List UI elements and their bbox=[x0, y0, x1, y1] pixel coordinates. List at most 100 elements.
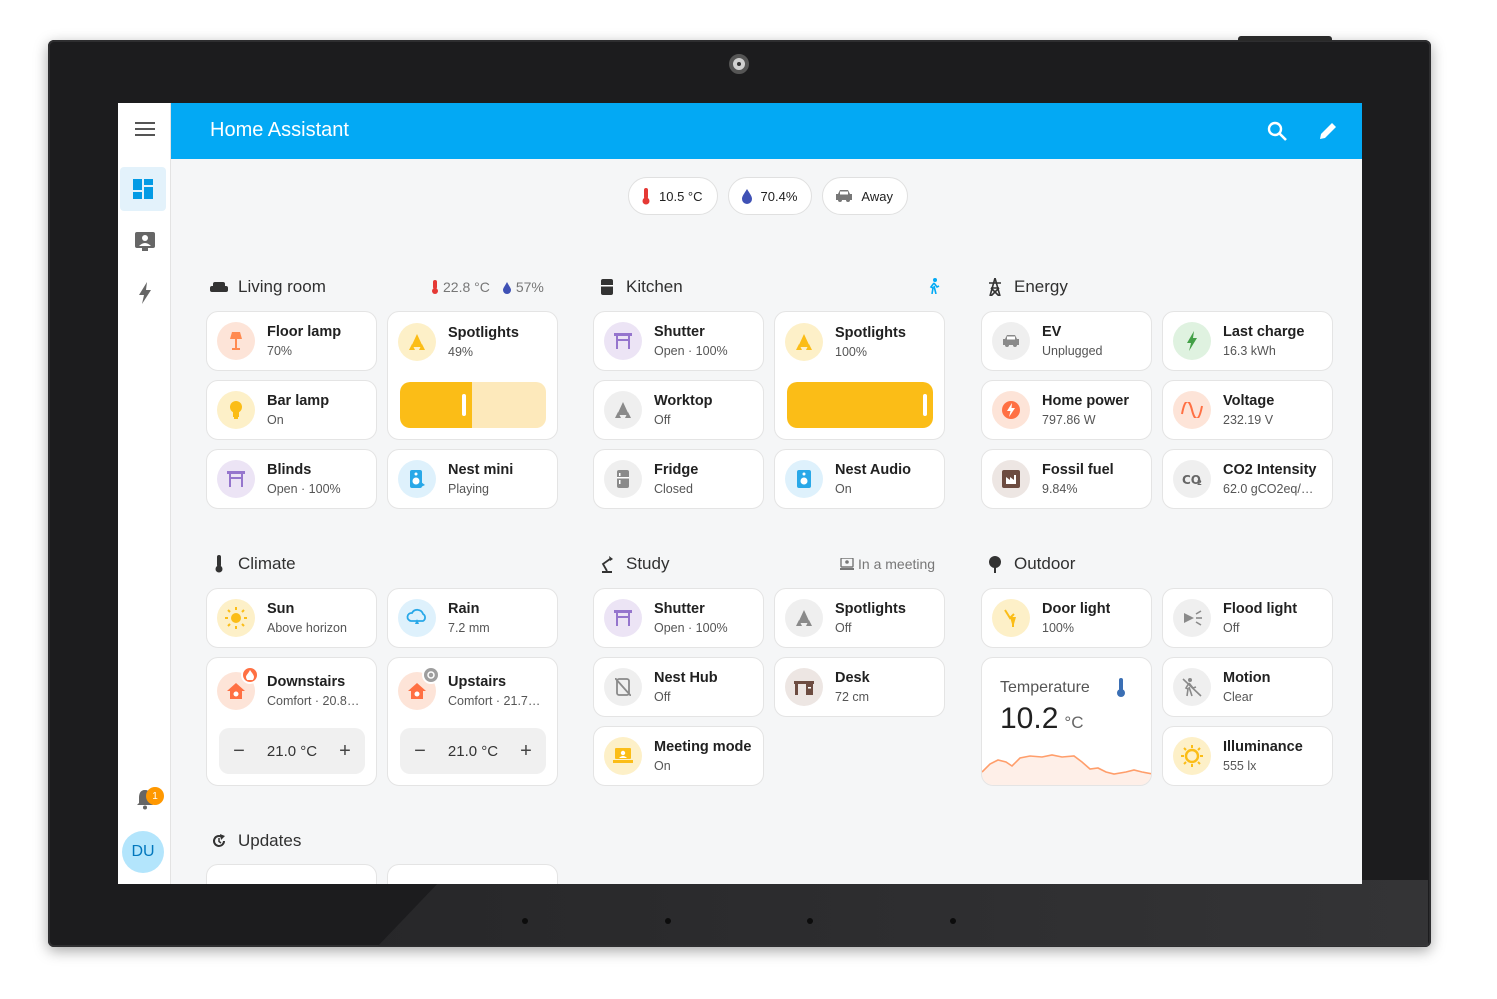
voltage-tile[interactable]: Voltage 232.19 V bbox=[1162, 380, 1333, 440]
tile-state: 62.0 gCO2eq/… bbox=[1223, 482, 1314, 496]
home-power-tile[interactable]: Home power 797.86 W bbox=[981, 380, 1152, 440]
tile-state: 555 lx bbox=[1223, 759, 1257, 773]
illuminance-tile[interactable]: Illuminance 555 lx bbox=[1162, 726, 1333, 786]
nest-mini-tile[interactable]: Nest mini Playing bbox=[387, 449, 558, 509]
water-drop-icon bbox=[502, 281, 511, 294]
tile-name: Shutter bbox=[654, 324, 705, 340]
slider-knob[interactable] bbox=[461, 394, 466, 416]
living-room-spotlights-card[interactable]: Spotlights 49% bbox=[387, 311, 558, 440]
update-tile[interactable] bbox=[387, 864, 558, 884]
upstairs-thermostat-card[interactable]: Upstairs Comfort · 21.7… − 21.0 °C + bbox=[387, 657, 558, 786]
decrease-button[interactable]: − bbox=[412, 740, 428, 763]
section-title: Kitchen bbox=[626, 277, 683, 296]
tile-state: 70% bbox=[267, 344, 293, 358]
slider-knob[interactable] bbox=[923, 394, 927, 416]
tile-state: 9.84% bbox=[1042, 482, 1078, 496]
desk-tile[interactable]: Desk 72 cm bbox=[774, 657, 945, 717]
kitchen-heading: Kitchen bbox=[598, 277, 683, 297]
tile-state: Playing bbox=[448, 482, 489, 496]
motion-tile[interactable]: Motion Clear bbox=[1162, 657, 1333, 717]
humidity-badge[interactable]: 70.4% bbox=[727, 177, 813, 215]
transmission-tower-icon bbox=[986, 278, 1004, 296]
sun-tile[interactable]: Sun Above horizon bbox=[206, 588, 377, 648]
camera-icon bbox=[729, 54, 749, 74]
floor-lamp-tile[interactable]: Floor lamp 70% bbox=[206, 311, 377, 371]
kitchen-spotlights-card[interactable]: Spotlights 100% bbox=[774, 311, 945, 440]
tile-state: Open · 100% bbox=[267, 482, 341, 496]
bar-lamp-tile[interactable]: Bar lamp On bbox=[206, 380, 377, 440]
brightness-slider[interactable] bbox=[787, 382, 933, 428]
tile-name: Downstairs bbox=[267, 674, 346, 690]
study-shutter-tile[interactable]: Shutter Open · 100% bbox=[593, 588, 764, 648]
laptop-account-icon bbox=[840, 558, 854, 570]
update-tile[interactable] bbox=[206, 864, 377, 884]
dashboard-icon[interactable] bbox=[120, 167, 166, 211]
increase-button[interactable]: + bbox=[518, 740, 534, 763]
notifications-count: 1 bbox=[146, 787, 164, 805]
person-card-icon[interactable] bbox=[118, 219, 171, 263]
kitchen-shutter-tile[interactable]: Shutter Open · 100% bbox=[593, 311, 764, 371]
increase-button[interactable]: + bbox=[337, 740, 353, 763]
nest-audio-tile[interactable]: Nest Audio On bbox=[774, 449, 945, 509]
co2-intensity-tile[interactable]: CO 2 CO2 Intensity 62.0 gCO2eq/… bbox=[1162, 449, 1333, 509]
edit-pencil-icon[interactable] bbox=[1314, 117, 1342, 145]
downstairs-thermostat-card[interactable]: Downstairs Comfort · 20.8… − 21.0 °C + bbox=[206, 657, 377, 786]
tile-name: Fridge bbox=[654, 462, 699, 478]
thermometer-icon bbox=[642, 188, 650, 205]
climate-heading: Climate bbox=[210, 554, 296, 574]
setpoint-value: 21.0 °C bbox=[447, 742, 499, 760]
fridge-tile[interactable]: Fridge Closed bbox=[593, 449, 764, 509]
user-avatar[interactable]: DU bbox=[122, 831, 164, 873]
ev-tile[interactable]: EV Unplugged bbox=[981, 311, 1152, 371]
search-icon[interactable] bbox=[1263, 117, 1291, 145]
sine-wave-icon bbox=[1173, 391, 1211, 429]
tile-name: Door light bbox=[1042, 601, 1111, 617]
top-bar: Home Assistant bbox=[171, 103, 1362, 159]
laptop-account-icon bbox=[604, 737, 642, 775]
spotlights-header: Spotlights 49% bbox=[398, 323, 519, 361]
outdoor-lamp-icon bbox=[992, 599, 1030, 637]
fossil-fuel-tile[interactable]: Fossil fuel 9.84% bbox=[981, 449, 1152, 509]
tile-name: Flood light bbox=[1223, 601, 1298, 617]
tile-name: CO2 Intensity bbox=[1223, 462, 1317, 478]
section-title: Study bbox=[626, 554, 670, 573]
tile-state: Comfort · 21.7… bbox=[448, 694, 541, 708]
tile-name: EV bbox=[1042, 324, 1062, 340]
shutter-icon bbox=[604, 322, 642, 360]
rain-tile[interactable]: Rain 7.2 mm bbox=[387, 588, 558, 648]
worktop-tile[interactable]: Worktop Off bbox=[593, 380, 764, 440]
decrease-button[interactable]: − bbox=[231, 740, 247, 763]
menu-icon[interactable] bbox=[118, 107, 171, 151]
thermostat-header: Downstairs Comfort · 20.8… bbox=[217, 666, 371, 710]
sensor-value: 10.2 bbox=[1000, 702, 1059, 735]
tile-state: Off bbox=[1223, 621, 1240, 635]
last-charge-tile[interactable]: Last charge 16.3 kWh bbox=[1162, 311, 1333, 371]
tile-name: Meeting mode bbox=[654, 739, 752, 755]
power-button bbox=[1238, 36, 1332, 41]
nest-hub-tile[interactable]: Nest Hub Off bbox=[593, 657, 764, 717]
study-heading: Study bbox=[598, 554, 669, 574]
floor-lamp-icon bbox=[217, 322, 255, 360]
notifications-icon[interactable]: 1 bbox=[118, 777, 171, 821]
outdoor-temperature-card[interactable]: Temperature 10.2 °C bbox=[981, 657, 1152, 786]
rain-cloud-icon bbox=[398, 599, 436, 637]
study-spotlights-tile[interactable]: Spotlights Off bbox=[774, 588, 945, 648]
temperature-badge[interactable]: 10.5 °C bbox=[628, 177, 718, 215]
flood-light-tile[interactable]: Flood light Off bbox=[1162, 588, 1333, 648]
tile-name: Nest Hub bbox=[654, 670, 718, 686]
section-title: Energy bbox=[1014, 277, 1068, 296]
spotlight-off-icon bbox=[785, 599, 823, 637]
speaker-hole bbox=[522, 918, 528, 924]
tile-state: Open · 100% bbox=[654, 344, 728, 358]
tile-state: 100% bbox=[1042, 621, 1074, 635]
brightness-slider[interactable] bbox=[400, 382, 546, 428]
thermometer-icon bbox=[210, 555, 228, 573]
sun-icon bbox=[217, 599, 255, 637]
fridge-icon bbox=[598, 278, 616, 296]
door-light-tile[interactable]: Door light 100% bbox=[981, 588, 1152, 648]
energy-icon[interactable] bbox=[118, 271, 171, 315]
temperature-history-graph bbox=[982, 754, 1151, 785]
blinds-tile[interactable]: Blinds Open · 100% bbox=[206, 449, 377, 509]
meeting-mode-tile[interactable]: Meeting mode On bbox=[593, 726, 764, 786]
presence-badge[interactable]: Away bbox=[822, 177, 908, 215]
